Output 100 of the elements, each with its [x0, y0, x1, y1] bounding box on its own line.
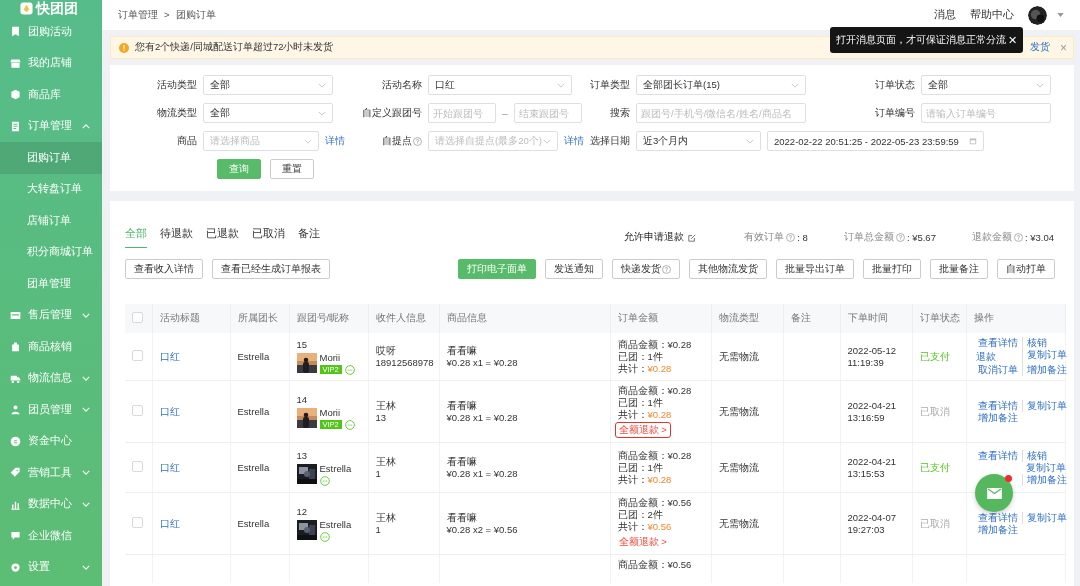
- alert-link[interactable]: 发货: [1030, 41, 1050, 54]
- tab[interactable]: 备注: [298, 223, 320, 248]
- date-range-field[interactable]: 2022-02-22 20:51:25 - 2022-05-23 23:59:59: [767, 131, 984, 151]
- logo-text: 快团团: [36, 0, 78, 16]
- tooltip-text: 打开消息页面，才可保证消息正常分流: [836, 33, 1006, 47]
- tab[interactable]: 已取消: [252, 223, 285, 248]
- breadcrumb-link[interactable]: 订单管理: [118, 8, 158, 22]
- full-refund-link[interactable]: 全额退款 >: [614, 422, 671, 438]
- action-button[interactable]: 自动打单: [997, 259, 1055, 279]
- stat-label: 订单总金额: [843, 231, 894, 244]
- operation-link[interactable]: 退款: [970, 350, 1022, 364]
- header-link[interactable]: 消息: [934, 8, 956, 22]
- refund-setting-link[interactable]: 允许申请退款: [624, 231, 697, 244]
- full-refund-link[interactable]: 全额退款 >: [614, 534, 671, 550]
- cube-icon: [10, 89, 21, 101]
- operation-link[interactable]: 复制订单: [1021, 349, 1071, 364]
- activity-link[interactable]: 口红: [159, 350, 180, 362]
- nickname: Morii: [319, 351, 342, 364]
- column-header: 操作: [966, 304, 1065, 333]
- product-name: 看看嘛: [446, 511, 478, 524]
- checkbox[interactable]: [132, 460, 143, 472]
- action-button[interactable]: 批量导出订单: [776, 259, 854, 279]
- tab[interactable]: 已退款: [206, 223, 239, 248]
- table-cell: Estrella: [230, 333, 289, 381]
- activity-link[interactable]: 口红: [159, 461, 180, 473]
- operation-link[interactable]: 复制订单: [1021, 511, 1071, 524]
- operation-link[interactable]: 核销: [1021, 449, 1071, 462]
- chevron-down-icon: [304, 138, 312, 144]
- close-icon[interactable]: ×: [1060, 40, 1067, 55]
- select-field[interactable]: 近3个月内: [636, 131, 761, 151]
- operation-link[interactable]: 复制订单: [1021, 399, 1071, 412]
- operation-link[interactable]: 增加备注: [1021, 473, 1071, 486]
- activity-link[interactable]: 口红: [159, 405, 180, 417]
- operation-link[interactable]: 查看详情: [973, 449, 1022, 462]
- reset-button[interactable]: 重置: [270, 159, 314, 179]
- chevron-down-icon: [746, 138, 754, 144]
- operation-link[interactable]: 增加备注: [1021, 364, 1071, 376]
- follow-number: 14: [296, 393, 309, 406]
- action-button[interactable]: 快递发货: [612, 259, 680, 279]
- action-button[interactable]: 发送通知: [545, 259, 603, 279]
- checkbox[interactable]: [132, 404, 143, 416]
- tab[interactable]: 全部: [125, 223, 147, 248]
- select-field[interactable]: 全部: [203, 103, 333, 123]
- bag-icon: [10, 341, 21, 353]
- checkbox[interactable]: [132, 516, 143, 528]
- header-link[interactable]: 帮助中心: [970, 8, 1014, 22]
- nav-subitem[interactable]: 团购订单: [0, 142, 102, 174]
- operation-link[interactable]: 查看详情: [973, 511, 1022, 524]
- details-link[interactable]: 详情: [564, 134, 584, 148]
- operation-link[interactable]: 增加备注: [973, 523, 1022, 536]
- person-icon: [10, 404, 21, 416]
- chat-icon[interactable]: [319, 475, 330, 486]
- envelope-icon: [986, 487, 1002, 499]
- operation-link[interactable]: 查看详情: [973, 399, 1022, 412]
- chat-icon[interactable]: [319, 531, 330, 542]
- action-button[interactable]: 其他物流发货: [689, 259, 767, 279]
- tab[interactable]: 待退款: [160, 223, 193, 248]
- document-icon: [10, 120, 21, 132]
- product-price: ¥0.28 x1 = ¥0.28: [446, 411, 519, 424]
- select-field[interactable]: 全部: [203, 75, 333, 95]
- column-header: 所属团长: [230, 304, 289, 333]
- help-icon: [662, 264, 671, 274]
- select-field[interactable]: 全部: [921, 75, 1051, 95]
- select-field[interactable]: 全部团长订单(15): [636, 75, 806, 95]
- table-cell: 无需物流: [711, 380, 783, 443]
- column-header: 商品信息: [439, 304, 610, 333]
- close-icon[interactable]: ✕: [1008, 33, 1017, 47]
- stat-value: : ¥5.67: [906, 232, 936, 243]
- chevron-down-icon: [1036, 82, 1044, 88]
- checkbox[interactable]: [132, 312, 143, 323]
- filter-label: 物流类型: [156, 106, 197, 120]
- recipient-name: 哎呀: [375, 344, 397, 357]
- activity-link[interactable]: 口红: [159, 517, 180, 529]
- follow-number: 12: [296, 505, 309, 518]
- operation-link[interactable]: 复制订单: [1021, 461, 1071, 474]
- chat-icon[interactable]: [344, 419, 355, 430]
- filter-label: 搜索: [609, 106, 630, 120]
- product-price: ¥0.28 x1 = ¥0.28: [446, 467, 519, 480]
- stat-label: 有效订单: [744, 231, 785, 244]
- action-button[interactable]: 批量备注: [930, 259, 988, 279]
- status-text: 已支付: [912, 442, 966, 493]
- action-button[interactable]: 查看已经生成订单报表: [212, 259, 330, 279]
- recipient-phone: 13: [375, 411, 388, 424]
- action-button[interactable]: 批量打印: [863, 259, 921, 279]
- warning-icon: [119, 42, 129, 53]
- range-separator: –: [502, 107, 508, 119]
- select-field[interactable]: 口红: [428, 75, 572, 95]
- table-cell: Estrella: [230, 442, 289, 493]
- action-button[interactable]: 查看收入详情: [125, 259, 203, 279]
- operation-link[interactable]: 查看详情: [973, 337, 1022, 349]
- amount-line: 商品金额：¥0.56: [617, 559, 693, 571]
- caret-icon[interactable]: [1057, 13, 1064, 17]
- details-link[interactable]: 详情: [325, 134, 345, 148]
- operation-link[interactable]: 增加备注: [973, 411, 1022, 424]
- operation-link[interactable]: 取消订单: [973, 364, 1022, 376]
- checkbox[interactable]: [132, 349, 143, 361]
- operation-link[interactable]: 核销: [1021, 337, 1071, 349]
- chat-icon[interactable]: [344, 364, 355, 375]
- nickname: Morii: [319, 406, 342, 419]
- amount-line: 共计：¥0.28: [617, 473, 673, 486]
